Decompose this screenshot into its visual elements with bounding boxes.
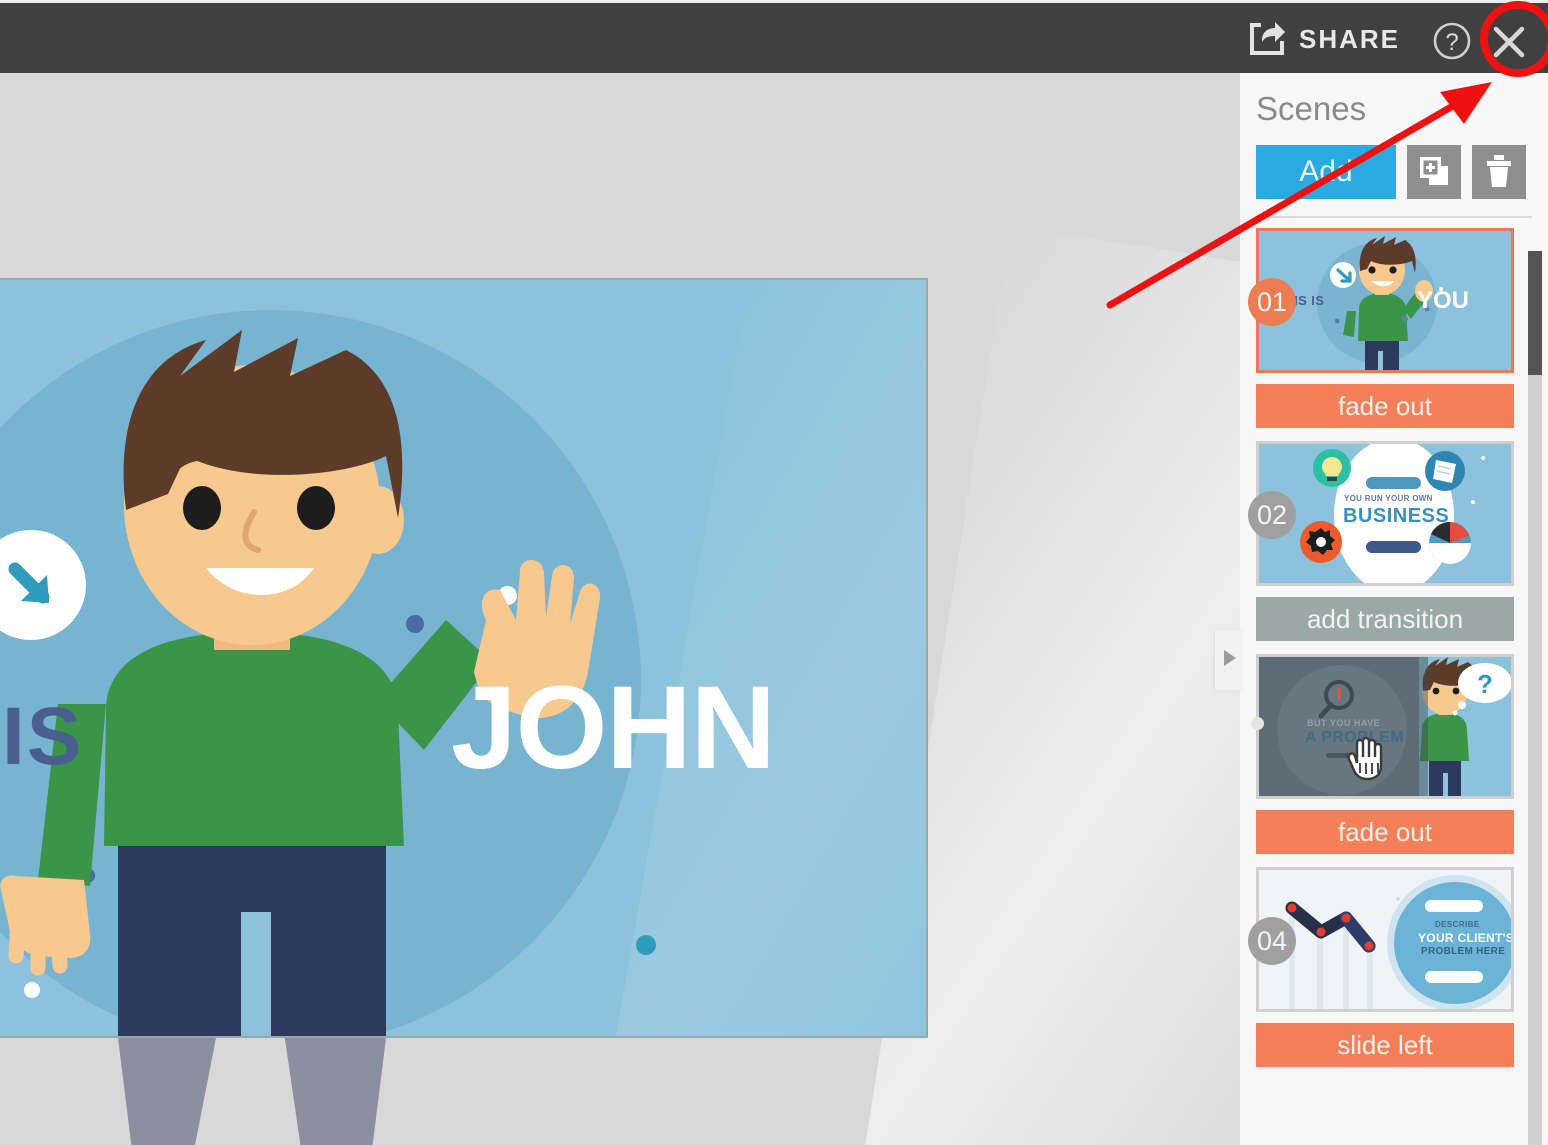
thumb-text-primary: DESCRIBE bbox=[1435, 920, 1480, 929]
scene-transition-button[interactable]: fade out bbox=[1256, 384, 1514, 428]
scene-toolbar: Add bbox=[1256, 145, 1526, 199]
trash-can-icon bbox=[1484, 154, 1514, 191]
svg-text:?: ? bbox=[1477, 669, 1493, 699]
thumb-icons bbox=[1300, 449, 1485, 574]
scene-list-scrollbar-thumb[interactable] bbox=[1528, 251, 1542, 375]
duplicate-scene-icon bbox=[1417, 154, 1451, 191]
thumb-bar bbox=[1425, 971, 1483, 983]
thumb-text-secondary: YOU bbox=[1417, 287, 1470, 314]
scene-item[interactable]: 04 DESCRIBE YOUR CLIENT'S PROBLEM HERE s… bbox=[1248, 867, 1514, 1067]
scenes-panel: Scenes Add 01 THIS IS YOU fade out 02 YO… bbox=[1240, 73, 1548, 1145]
scene-canvas-frame[interactable]: IS JOHN bbox=[0, 278, 928, 1145]
top-toolbar: SHARE ? bbox=[0, 3, 1548, 73]
panel-title: Scenes bbox=[1256, 90, 1367, 127]
thumb-text-tertiary: PROBLEM HERE bbox=[1421, 946, 1506, 957]
scene-transition-button[interactable]: add transition bbox=[1256, 597, 1514, 641]
sidebar-collapse-toggle[interactable] bbox=[1215, 630, 1243, 690]
svg-text:?: ? bbox=[1445, 29, 1458, 56]
scene-number-badge: 01 bbox=[1248, 278, 1296, 326]
help-button[interactable]: ? bbox=[1432, 21, 1472, 61]
thumb-bar bbox=[1425, 900, 1483, 912]
scene-transition-button[interactable]: fade out bbox=[1256, 810, 1514, 854]
toolbar-divider bbox=[1256, 216, 1532, 218]
window-top-edge bbox=[0, 0, 1548, 3]
scene-list-scrollbar-track[interactable] bbox=[1528, 251, 1542, 1145]
scene-canvas[interactable]: IS JOHN bbox=[0, 278, 928, 1145]
scene-item[interactable]: 02 YOU RUN YOUR OWN BUSINESS add transit… bbox=[1248, 441, 1514, 641]
close-x-icon bbox=[1482, 26, 1536, 73]
share-button[interactable]: SHARE bbox=[1248, 19, 1400, 59]
scene-canvas-content: IS JOHN bbox=[0, 280, 926, 1036]
thumb-text-secondary: YOUR CLIENT'S bbox=[1418, 931, 1514, 945]
scene-list[interactable]: 01 THIS IS YOU fade out 02 YOU RUN YOUR … bbox=[1240, 228, 1530, 1145]
scene-item[interactable]: 01 THIS IS YOU fade out bbox=[1248, 228, 1514, 428]
hand-pointer-icon bbox=[1347, 733, 1389, 786]
close-button[interactable] bbox=[1482, 15, 1536, 69]
triangle-right-icon bbox=[1220, 647, 1238, 674]
duplicate-scene-button[interactable] bbox=[1407, 145, 1461, 199]
scene-item[interactable]: 03 bbox=[1251, 654, 1514, 854]
scene-number-badge: 02 bbox=[1248, 491, 1296, 539]
delete-scene-button[interactable] bbox=[1472, 145, 1526, 199]
share-label: SHARE bbox=[1298, 23, 1400, 54]
scene-number-badge: 04 bbox=[1248, 917, 1296, 965]
scene-transition-button[interactable]: slide left bbox=[1256, 1023, 1514, 1067]
canvas-stage: IS JOHN bbox=[0, 73, 1240, 1145]
canvas-text-is: IS bbox=[2, 691, 84, 782]
canvas-text-name: JOHN bbox=[451, 662, 776, 794]
character-illustration bbox=[0, 330, 601, 1036]
question-mark-circle-icon: ? bbox=[1432, 22, 1472, 65]
scene-hover-dot bbox=[1251, 717, 1264, 730]
add-scene-button[interactable]: Add bbox=[1256, 145, 1396, 199]
thumb-text-primary: BUT YOU HAVE bbox=[1307, 718, 1381, 728]
share-box-arrow-icon bbox=[1248, 21, 1286, 57]
